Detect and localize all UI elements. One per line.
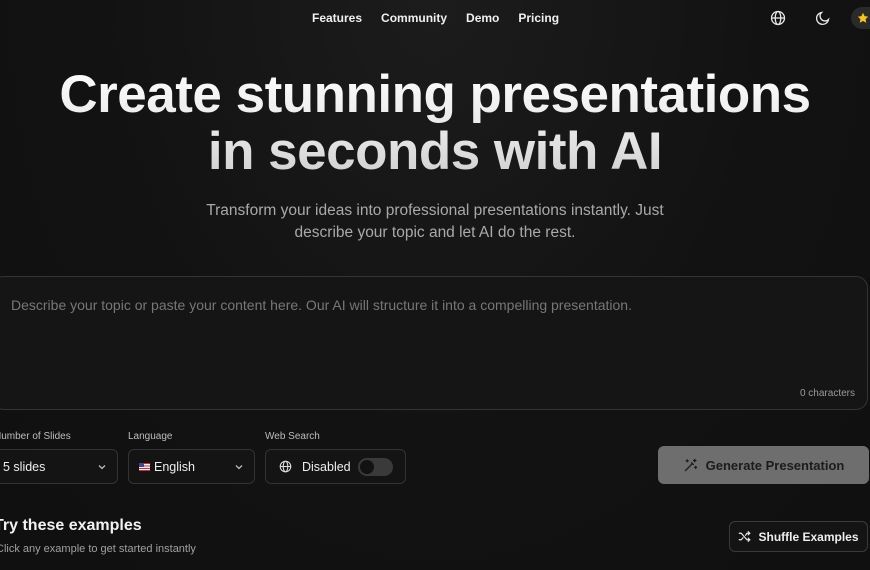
nav-links: Features Community Demo Pricing	[312, 11, 559, 25]
top-nav: Features Community Demo Pricing	[0, 0, 870, 38]
generate-label: Generate Presentation	[705, 457, 845, 473]
examples-title: Try these examples	[0, 517, 142, 534]
slides-select[interactable]: 5 slides	[0, 449, 118, 484]
slides-label: Number of Slides	[0, 431, 71, 442]
language-label: Language	[128, 431, 173, 442]
web-search-status: Disabled	[302, 460, 351, 474]
moon-icon[interactable]	[813, 8, 833, 28]
nav-link-features[interactable]: Features	[312, 11, 362, 25]
chevron-down-icon	[235, 465, 243, 470]
web-search-toggle[interactable]	[358, 458, 393, 476]
hero-title-line-1: Create stunning presentations	[59, 65, 811, 124]
nav-link-pricing[interactable]: Pricing	[518, 11, 559, 25]
character-count: 0 characters	[799, 388, 855, 399]
toggle-knob	[360, 460, 374, 474]
star-button[interactable]	[851, 7, 870, 29]
topic-input[interactable]	[11, 297, 831, 357]
hero-subtitle: Transform your ideas into professional p…	[160, 200, 710, 244]
globe-icon[interactable]	[768, 8, 788, 28]
shuffle-examples-button[interactable]: Shuffle Examples	[729, 521, 868, 552]
nav-link-demo[interactable]: Demo	[466, 11, 499, 25]
nav-link-community[interactable]: Community	[381, 11, 447, 25]
shuffle-icon	[739, 531, 751, 542]
language-select[interactable]: English	[128, 449, 255, 484]
hero-subtitle-line-1: Transform your ideas into professional p…	[206, 202, 664, 219]
hero-subtitle-line-2: describe your topic and let AI do the re…	[294, 224, 576, 241]
generate-presentation-button[interactable]: Generate Presentation	[658, 446, 869, 484]
shuffle-label: Shuffle Examples	[758, 529, 859, 544]
magic-wand-icon	[684, 458, 697, 471]
star-icon	[857, 12, 869, 23]
web-search-control: Disabled	[265, 449, 406, 484]
hero-title-line-2: in seconds with AI	[207, 122, 663, 181]
hero-title: Create stunning presentations in seconds…	[0, 66, 870, 180]
slides-value: 5 slides	[3, 459, 46, 474]
language-value: English	[154, 459, 195, 474]
examples-subtitle: Click any example to get started instant…	[0, 543, 196, 555]
us-flag-icon	[139, 462, 150, 471]
prompt-container: 0 characters	[0, 276, 868, 410]
globe-icon	[279, 460, 292, 473]
chevron-down-icon	[98, 465, 106, 470]
web-search-label: Web Search	[265, 431, 320, 442]
